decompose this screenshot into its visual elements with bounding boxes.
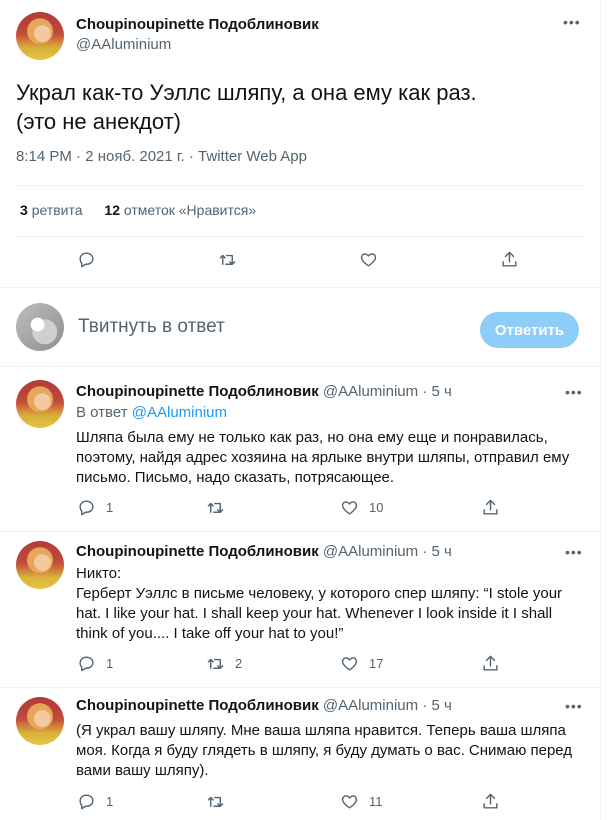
reply-author-name[interactable]: Choupinoupinette Подоблиновик xyxy=(76,543,319,560)
current-user-avatar[interactable] xyxy=(16,303,64,351)
heart-icon xyxy=(341,501,358,515)
retweet-button[interactable] xyxy=(206,792,235,811)
heart-icon xyxy=(360,253,377,267)
reply-text-line: поэтому, найдя адрес хозяина на ярлыке в… xyxy=(76,449,570,466)
divider xyxy=(16,185,584,186)
share-icon xyxy=(502,251,517,267)
reply-count: 1 xyxy=(106,656,114,671)
reply-button[interactable]: 1 xyxy=(77,498,113,517)
like-button[interactable] xyxy=(359,250,378,269)
retweet-button[interactable] xyxy=(206,498,235,517)
like-count: 10 xyxy=(369,500,384,515)
like-button[interactable]: 10 xyxy=(340,498,383,517)
reply-text-line: think of you.... I take off your hat to … xyxy=(76,625,344,642)
share-button[interactable] xyxy=(481,654,500,673)
share-button[interactable] xyxy=(481,498,500,517)
reply-author-handle[interactable]: @AAluminium xyxy=(323,697,418,714)
reply-text-line: (Я украл вашу шляпу. Мне ваша шляпа нрав… xyxy=(76,722,566,739)
reply-count: 1 xyxy=(106,794,114,809)
reply-text-line: Шляпа была ему не только как раз, но она… xyxy=(76,429,548,446)
reply-text-line: hat. I like your hat. I shall keep your … xyxy=(76,605,553,622)
retweets-stat[interactable]: 3 ретвита xyxy=(20,202,83,218)
replying-to-label: В ответ xyxy=(76,404,128,421)
replying-to-handle[interactable]: @AAluminium xyxy=(132,404,227,421)
reply-avatar[interactable] xyxy=(16,380,64,428)
replying-to: В ответ @AAluminium xyxy=(76,403,582,423)
divider xyxy=(0,366,600,367)
reply-author-handle[interactable]: @AAluminium xyxy=(323,543,418,560)
like-button[interactable]: 11 xyxy=(340,792,383,811)
reply-author-name[interactable]: Choupinoupinette Подоблиновик xyxy=(76,383,319,400)
reply-avatar[interactable] xyxy=(16,697,64,745)
reply-header: Choupinoupinette Подоблиновик @AAluminiu… xyxy=(76,383,452,400)
share-button[interactable] xyxy=(481,792,500,811)
heart-icon xyxy=(341,657,358,671)
like-count: 11 xyxy=(369,794,383,809)
reply-submit-button[interactable]: Ответить xyxy=(480,312,579,348)
reply-icon xyxy=(79,656,94,672)
share-icon xyxy=(483,655,498,671)
more-icon[interactable]: ••• xyxy=(565,544,583,560)
retweet-button[interactable] xyxy=(218,250,237,269)
reply-button[interactable] xyxy=(77,250,96,269)
share-button[interactable] xyxy=(500,250,519,269)
column-border xyxy=(600,0,601,820)
reply-icon xyxy=(79,794,94,810)
divider xyxy=(0,531,600,532)
tweet-stats: 3 ретвита 12 отметок «Нравится» xyxy=(20,202,274,218)
tweet-text-line: Украл как-то Уэллс шляпу, а она ему как … xyxy=(16,80,477,105)
retweet-button[interactable]: 2 xyxy=(206,654,242,673)
reply-author-handle[interactable]: @AAluminium xyxy=(323,383,418,400)
divider xyxy=(0,287,600,288)
reply-icon xyxy=(79,500,94,516)
likes-label: отметок «Нравится» xyxy=(123,202,257,218)
retweets-count: 3 xyxy=(20,202,28,218)
author-avatar[interactable] xyxy=(16,12,64,60)
retweet-icon xyxy=(219,254,236,265)
reply-time[interactable]: · 5 ч xyxy=(422,383,452,400)
reply-icon xyxy=(79,252,94,268)
more-icon[interactable]: ••• xyxy=(565,384,583,400)
reply-count: 1 xyxy=(106,500,114,515)
divider xyxy=(0,687,600,688)
more-icon[interactable]: ••• xyxy=(563,14,581,30)
retweet-count: 2 xyxy=(235,656,243,671)
retweets-label: ретвита xyxy=(31,202,83,218)
reply-avatar[interactable] xyxy=(16,541,64,589)
reply-text-line: письмо. Письмо, надо сказать, потрясающе… xyxy=(76,469,395,486)
tweet-text-line: (это не анекдот) xyxy=(16,109,181,134)
heart-icon xyxy=(341,795,358,809)
tweet-thread: Choupinoupinette Подоблиновик @AAluminiu… xyxy=(0,0,600,820)
retweet-icon xyxy=(207,796,224,807)
share-icon xyxy=(483,793,498,809)
author-handle[interactable]: @AAluminium xyxy=(76,36,171,53)
like-button[interactable]: 17 xyxy=(340,654,383,673)
likes-count: 12 xyxy=(104,202,120,218)
reply-text-line: моя. Когда я буду глядеть в шляпу, я буд… xyxy=(76,742,573,759)
reply-header: Choupinoupinette Подоблиновик @AAluminiu… xyxy=(76,697,452,714)
reply-header: Choupinoupinette Подоблиновик @AAluminiu… xyxy=(76,543,452,560)
retweet-icon xyxy=(207,502,224,513)
reply-text-line: Герберт Уэллс в письме человеку, у котор… xyxy=(76,585,563,602)
divider xyxy=(16,236,584,237)
reply-author-name[interactable]: Choupinoupinette Подоблиновик xyxy=(76,697,319,714)
reply-button[interactable]: 1 xyxy=(77,792,113,811)
reply-time[interactable]: · 5 ч xyxy=(422,697,452,714)
reply-button[interactable]: 1 xyxy=(77,654,113,673)
more-icon[interactable]: ••• xyxy=(565,698,583,714)
reply-text-line: Никто: xyxy=(76,565,122,582)
like-count: 17 xyxy=(369,656,384,671)
tweet-timestamp[interactable]: 8:14 PM · 2 нояб. 2021 г. · Twitter Web … xyxy=(16,148,307,165)
author-name[interactable]: Choupinoupinette Подоблиновик xyxy=(76,16,319,33)
likes-stat[interactable]: 12 отметок «Нравится» xyxy=(104,202,256,218)
tweet-text: Украл как-то Уэллс шляпу, а она ему как … xyxy=(16,78,586,136)
retweet-icon xyxy=(207,658,224,669)
reply-time[interactable]: · 5 ч xyxy=(422,543,452,560)
reply-text-line: вами вашу шляпу). xyxy=(76,762,209,779)
share-icon xyxy=(483,499,498,515)
reply-input[interactable]: Твитнуть в ответ xyxy=(78,316,225,338)
